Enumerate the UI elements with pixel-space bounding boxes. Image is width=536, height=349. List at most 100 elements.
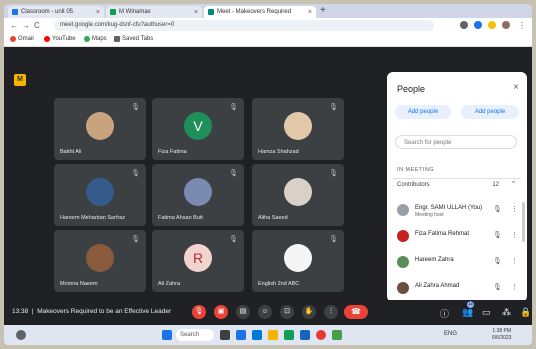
mic-off-icon: 🎙 (131, 104, 140, 111)
extension-icon[interactable] (474, 21, 482, 29)
raise-hand-button[interactable]: ✋ (302, 305, 316, 319)
participant-name: Hamza Shahzad (258, 149, 299, 155)
tray-language[interactable]: ENG (444, 331, 457, 337)
add-people-button[interactable]: Add people (395, 105, 451, 119)
chevron-up-icon[interactable]: ^ (512, 181, 515, 187)
address-bar: ← → C meet.google.com/kug-dsnf-cfu?authu… (4, 18, 532, 34)
contributors-group[interactable]: Contributors 12 ^ (393, 178, 521, 192)
host-controls-icon[interactable]: 🔒 (520, 307, 531, 318)
close-panel-button[interactable]: × (513, 82, 519, 93)
bookmark-maps[interactable]: Maps (84, 36, 107, 42)
participant-tile[interactable]: 🎙 Aliha Saeed (252, 164, 344, 226)
task-view-icon[interactable] (220, 330, 230, 340)
browser-tab-classroom[interactable]: Classroom - unit 05 × (8, 6, 104, 18)
participant-tile[interactable]: 🎙 Momna Naeem (54, 230, 146, 292)
info-icon[interactable]: ⓘ (440, 307, 449, 320)
participant-name: Bakht Ali (60, 149, 82, 155)
profile-avatar[interactable] (502, 21, 510, 29)
participant-tile[interactable]: 🎙 Hareem Meharban Sarfraz (54, 164, 146, 226)
add-people-button[interactable]: Add people (461, 105, 519, 119)
weather-icon[interactable] (16, 330, 26, 340)
search-people-input[interactable]: Search for people (395, 135, 517, 149)
meeting-title: Makeovers Required to be an Effective Le… (37, 308, 172, 315)
app-icon[interactable] (332, 330, 342, 340)
people-icon[interactable]: 👥 (462, 307, 473, 318)
browser-tab-winamax[interactable]: M Winamax × (106, 6, 202, 18)
participant-tile[interactable]: 🎙 Hamza Shahzad (252, 98, 344, 160)
file-explorer-icon[interactable] (268, 330, 278, 340)
reload-button[interactable]: C (34, 21, 40, 30)
scrollbar[interactable] (522, 202, 525, 242)
avatar (86, 178, 114, 206)
participant-tile[interactable]: 🎙 English 2nd ABC (252, 230, 344, 292)
back-button[interactable]: ← (10, 21, 18, 30)
edge-icon[interactable] (252, 330, 262, 340)
present-button[interactable]: ⊡ (280, 305, 294, 319)
captions-button[interactable]: ▤ (236, 305, 250, 319)
camera-toggle-button[interactable]: ▣ (214, 305, 228, 319)
clock-date: 6/6/2023 (492, 335, 512, 341)
classroom-icon (12, 9, 18, 15)
mic-off-icon: 🎙 (329, 104, 338, 111)
new-tab-button[interactable]: + (320, 5, 326, 16)
mic-off-icon: 🎙 (229, 104, 238, 111)
chrome-icon[interactable] (316, 330, 326, 340)
extension-icon[interactable] (488, 21, 496, 29)
bookmark-saved-tabs[interactable]: Saved Tabs (114, 36, 153, 42)
person-name: Fiza Fatima Rehmat (415, 231, 470, 237)
participant-tile[interactable]: 🎙 V Fiza Fatima (152, 98, 244, 160)
participant-tile[interactable]: 🎙 R Ali Zahra (152, 230, 244, 292)
panel-title: People (397, 84, 426, 94)
mic-toggle-button[interactable]: 🎙 (192, 305, 206, 319)
browser-tab-meet[interactable]: Meet - Makeovers Required × (204, 6, 316, 18)
mic-off-icon: 🎙 (493, 258, 502, 265)
close-icon[interactable]: × (194, 9, 198, 16)
bookmark-youtube[interactable]: YouTube (44, 36, 76, 42)
bookmark-label: Maps (92, 36, 107, 42)
person-name: Engr. SAMI ULLAH (You) (415, 205, 483, 211)
participant-name: Ali Zahra (158, 281, 181, 287)
emoji-button[interactable]: ☺ (258, 305, 272, 319)
avatar (284, 244, 312, 272)
tab-label: M Winamax (119, 9, 151, 15)
taskbar-clock[interactable]: 1:38 PM 6/6/2023 (492, 328, 511, 342)
more-options-icon[interactable]: ⋮ (511, 205, 518, 213)
extension-icon[interactable] (460, 21, 468, 29)
bookmark-gmail[interactable]: Gmail (10, 36, 34, 42)
more-options-icon[interactable]: ⋮ (511, 257, 518, 265)
list-item[interactable]: Engr. SAMI ULLAH (You) Meeting host 🎙 ⋮ (397, 202, 519, 220)
windows-start-icon[interactable] (162, 330, 172, 340)
app-icon[interactable] (284, 330, 294, 340)
teams-icon[interactable] (236, 330, 246, 340)
hang-up-button[interactable]: ☎ (344, 305, 368, 319)
participant-count-badge: 12 (467, 301, 474, 308)
mic-off-icon: 🎙 (493, 284, 502, 291)
avatar (184, 178, 212, 206)
url-field[interactable]: meet.google.com/kug-dsnf-cfu?authuser=0 (54, 20, 434, 31)
close-icon[interactable]: × (96, 9, 100, 16)
browser-menu-icon[interactable]: ⋮ (518, 21, 526, 30)
forward-button[interactable]: → (22, 21, 30, 30)
activities-icon[interactable]: ⁂ (502, 307, 511, 318)
close-icon[interactable]: × (308, 9, 312, 16)
participant-tile[interactable]: 🎙 Bakht Ali (54, 98, 146, 160)
avatar: V (184, 112, 212, 140)
more-options-icon[interactable]: ⋮ (511, 231, 518, 239)
avatar (397, 204, 409, 216)
participant-name: Fatima Ahsan Butt (158, 215, 203, 221)
list-item[interactable]: Fiza Fatima Rehmat 🎙 ⋮ (397, 228, 519, 246)
chat-icon[interactable]: ▭ (482, 307, 491, 318)
avatar (397, 256, 409, 268)
more-options-button[interactable]: ⋮ (324, 305, 338, 319)
meet-icon (208, 9, 214, 15)
avatar (86, 244, 114, 272)
store-icon[interactable] (300, 330, 310, 340)
mic-off-icon: 🎙 (493, 206, 502, 213)
list-item[interactable]: Ali Zahra Ahmad 🎙 ⋮ (397, 280, 519, 298)
more-options-icon[interactable]: ⋮ (511, 283, 518, 291)
participant-tile[interactable]: 🎙 Fatima Ahsan Butt (152, 164, 244, 226)
taskbar-search[interactable]: Search (176, 329, 214, 341)
mic-off-icon: 🎙 (131, 170, 140, 177)
bookmark-label: YouTube (52, 36, 76, 42)
list-item[interactable]: Hareem Zahra 🎙 ⋮ (397, 254, 519, 272)
